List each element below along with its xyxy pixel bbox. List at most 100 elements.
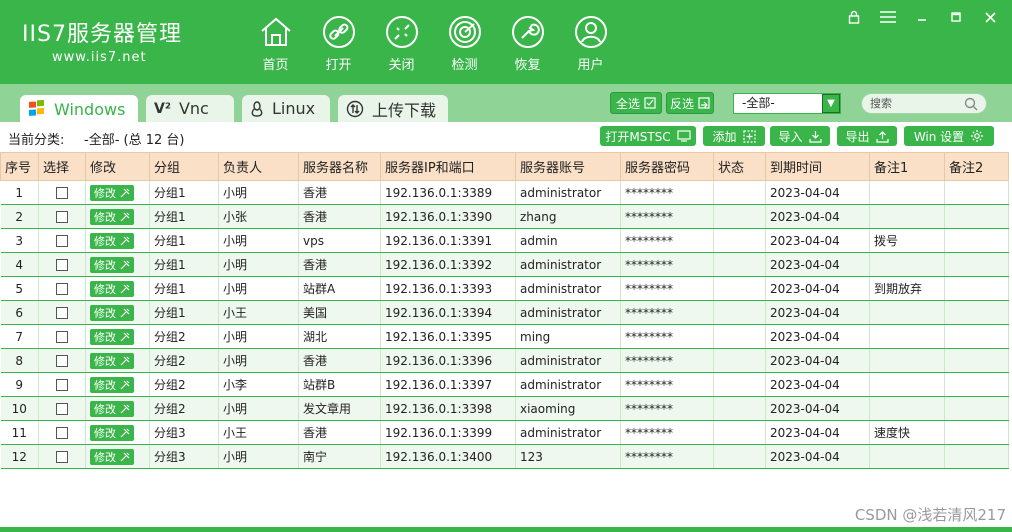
col-header[interactable]: 状态 <box>713 152 766 181</box>
nav-user[interactable]: 用户 <box>559 14 622 73</box>
row-checkbox[interactable] <box>56 331 68 343</box>
table-row[interactable]: 7 修改 分组2 小明 湖北 192.136.0.1:3395 ming ******** 20… <box>0 324 1009 349</box>
menu-icon[interactable] <box>878 8 898 26</box>
table-row[interactable]: 10 修改 分组2 小明 发文章用 192.136.0.1:3398 xiaoming ***… <box>0 396 1009 421</box>
close-icon[interactable] <box>980 8 1000 26</box>
table-row[interactable]: 11 修改 分组3 小王 香港 192.136.0.1:3399 administrator… <box>0 420 1009 445</box>
table-row[interactable]: 3 修改 分组1 小明 vps 192.136.0.1:3391 admin ********… <box>0 228 1009 253</box>
import-button[interactable]: 导入 <box>770 126 830 146</box>
export-button[interactable]: 导出 <box>837 126 897 146</box>
cell-note2 <box>944 300 1009 325</box>
col-header[interactable]: 服务器名称 <box>298 152 381 181</box>
cell-account: xiaoming <box>515 396 621 421</box>
tab-windows[interactable]: Windows <box>20 95 138 123</box>
col-header[interactable]: 选择 <box>38 152 86 181</box>
filter-select[interactable]: -全部- ▼ <box>733 93 841 114</box>
add-button[interactable]: 添加 <box>703 126 765 146</box>
edit-button[interactable]: 修改 <box>90 280 134 297</box>
col-header[interactable]: 服务器密码 <box>620 152 714 181</box>
win-settings-button[interactable]: Win 设置 <box>904 126 994 146</box>
table-header-row: 序号 选择 修改 分组 负责人 服务器名称 服务器IP和端口 服务器账号 服务器… <box>0 152 1009 181</box>
lock-icon[interactable] <box>844 8 864 26</box>
edit-button[interactable]: 修改 <box>90 304 134 321</box>
logo-url: www.iis7.net <box>52 50 147 65</box>
edit-button[interactable]: 修改 <box>90 256 134 273</box>
row-checkbox[interactable] <box>56 427 68 439</box>
col-header[interactable]: 修改 <box>85 152 150 181</box>
col-header[interactable]: 备注2 <box>944 152 1009 181</box>
edit-button[interactable]: 修改 <box>90 328 134 345</box>
table-row[interactable]: 2 修改 分组1 小张 香港 192.136.0.1:3390 zhang ******** 2… <box>0 204 1009 229</box>
cell-account: 123 <box>515 444 621 469</box>
chevron-down-icon[interactable]: ▼ <box>822 94 840 113</box>
cell-note2 <box>944 276 1009 301</box>
cell-name: 站群A <box>298 276 381 301</box>
tab-vnc[interactable]: V² Vnc <box>146 95 234 122</box>
table-row[interactable]: 4 修改 分组1 小明 香港 192.136.0.1:3392 administrator *… <box>0 252 1009 277</box>
table-row[interactable]: 8 修改 分组2 小明 香港 192.136.0.1:3396 administrator *… <box>0 348 1009 373</box>
edit-button[interactable]: 修改 <box>90 376 134 393</box>
cell-note2 <box>944 444 1009 469</box>
col-header[interactable]: 到期时间 <box>765 152 870 181</box>
col-header[interactable]: 备注1 <box>869 152 945 181</box>
tab-upload-download[interactable]: 上传下载 <box>338 95 448 122</box>
row-checkbox[interactable] <box>56 259 68 271</box>
row-checkbox[interactable] <box>56 355 68 367</box>
maximize-icon[interactable] <box>946 8 966 26</box>
invert-select-button[interactable]: 反选 <box>666 92 714 114</box>
row-checkbox[interactable] <box>56 187 68 199</box>
table-row[interactable]: 12 修改 分组3 小明 南宁 192.136.0.1:3400 123 ******** 20… <box>0 444 1009 469</box>
cell-note1 <box>869 444 945 469</box>
col-header[interactable]: 分组 <box>149 152 219 181</box>
cell-status <box>713 372 766 397</box>
nav-close[interactable]: 关闭 <box>370 14 433 73</box>
tab-linux[interactable]: Linux <box>242 95 330 122</box>
row-checkbox[interactable] <box>56 403 68 415</box>
edit-button[interactable]: 修改 <box>90 208 134 225</box>
nav-detect[interactable]: 检测 <box>433 14 496 73</box>
col-header[interactable]: 序号 <box>0 152 39 181</box>
cell-name: 站群B <box>298 372 381 397</box>
cell-no: 6 <box>0 300 39 325</box>
nav-restore[interactable]: 恢复 <box>496 14 559 73</box>
col-header[interactable]: 负责人 <box>218 152 299 181</box>
row-checkbox[interactable] <box>56 379 68 391</box>
category-label: 当前分类: <box>8 133 65 148</box>
edit-button[interactable]: 修改 <box>90 424 134 441</box>
row-checkbox[interactable] <box>56 451 68 463</box>
filter-value: -全部- <box>742 96 775 110</box>
cell-select <box>38 204 86 229</box>
row-checkbox[interactable] <box>56 307 68 319</box>
row-checkbox[interactable] <box>56 283 68 295</box>
edit-button[interactable]: 修改 <box>90 232 134 249</box>
nav-open[interactable]: 打开 <box>307 14 370 73</box>
table-row[interactable]: 5 修改 分组1 小明 站群A 192.136.0.1:3393 administrator… <box>0 276 1009 301</box>
nav-label: 打开 <box>325 58 352 73</box>
edit-button[interactable]: 修改 <box>90 184 134 201</box>
row-checkbox[interactable] <box>56 235 68 247</box>
col-header[interactable]: 服务器账号 <box>515 152 621 181</box>
col-header[interactable]: 服务器IP和端口 <box>380 152 516 181</box>
search-input[interactable]: 搜索 <box>861 93 987 114</box>
minimize-icon[interactable] <box>912 8 932 26</box>
cell-group: 分组1 <box>149 276 219 301</box>
cell-edit: 修改 <box>85 276 150 301</box>
select-all-button[interactable]: 全选 <box>610 92 662 114</box>
cell-name: 南宁 <box>298 444 381 469</box>
row-checkbox[interactable] <box>56 211 68 223</box>
nav-home[interactable]: 首页 <box>244 14 307 73</box>
cell-note2 <box>944 348 1009 373</box>
table-row[interactable]: 1 修改 分组1 小明 香港 192.136.0.1:3389 administrator *… <box>0 180 1009 205</box>
table-row[interactable]: 6 修改 分组1 小王 美国 192.136.0.1:3394 administrator *… <box>0 300 1009 325</box>
tools-icon <box>120 212 130 221</box>
edit-button[interactable]: 修改 <box>90 352 134 369</box>
edit-button[interactable]: 修改 <box>90 448 134 465</box>
cell-ip: 192.136.0.1:3393 <box>380 276 516 301</box>
action-toolbar: 当前分类: -全部- (总 12 台) 打开MSTSC 添加 导入 导出 Win… <box>0 122 1012 152</box>
cell-note2 <box>944 180 1009 205</box>
open-mstsc-button[interactable]: 打开MSTSC <box>600 126 696 146</box>
search-icon[interactable] <box>964 97 978 111</box>
table-row[interactable]: 9 修改 分组2 小李 站群B 192.136.0.1:3397 administrator… <box>0 372 1009 397</box>
import-label: 导入 <box>778 129 803 144</box>
edit-button[interactable]: 修改 <box>90 400 134 417</box>
